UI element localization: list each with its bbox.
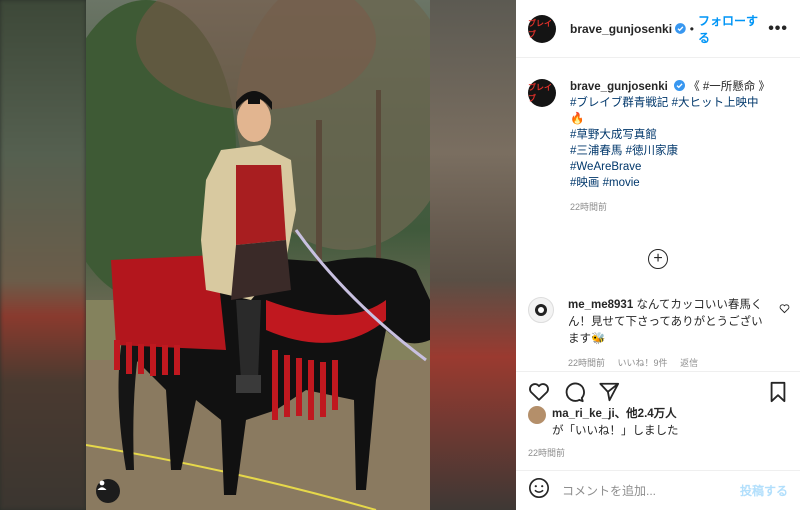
plus-circle-icon[interactable]: + (648, 249, 668, 269)
caption-tag-line[interactable]: #ブレイブ群青戦記 #大ヒット上映中 (570, 95, 788, 111)
caption-avatar[interactable]: ブレイブ (528, 79, 556, 107)
commenter-username[interactable]: me_me8931 (568, 299, 633, 311)
comment-body: me_me8931 なんてカッコいい春馬くん！見せて下さってありがとうございます… (568, 297, 768, 371)
blurred-background-left (0, 0, 86, 510)
comment-icon[interactable] (563, 381, 585, 403)
tagged-user-icon[interactable] (96, 479, 120, 503)
likes-text: ma_ri_ke_ji、他2.4万人 が「いいね！」しました (552, 406, 679, 440)
caption-tag-line: 🔥 (570, 113, 585, 125)
post-actions-bar (516, 371, 800, 411)
author-avatar[interactable]: ブレイブ (528, 14, 556, 43)
caption-tag-line[interactable]: #映画 #movie (570, 175, 788, 191)
likes-count[interactable]: 、他2.4万人 (615, 408, 677, 420)
comment-item: me_me8931 なんてカッコいい春馬くん！見せて下さってありがとうございます… (528, 297, 790, 371)
bookmark-icon[interactable] (768, 381, 788, 403)
liker-username[interactable]: ma_ri_ke_ji (552, 408, 615, 420)
likes-summary: ma_ri_ke_ji、他2.4万人 が「いいね！」しました (528, 406, 790, 440)
caption-time: 22時間前 (570, 202, 608, 212)
comment-input[interactable]: コメントを追加... (562, 482, 740, 499)
verified-badge-icon (675, 23, 686, 34)
commenter-avatar[interactable] (528, 297, 554, 323)
follow-button[interactable]: フォローする (698, 12, 768, 46)
post-header: ブレイブ brave_gunjosenki • フォローする ••• (516, 0, 800, 58)
caption-username[interactable]: brave_gunjosenki (570, 81, 668, 93)
header-separator: • (689, 21, 694, 36)
caption-body: brave_gunjosenki 《 #一所懸命 》 #ブレイブ群青戦記 #大ヒ… (570, 79, 788, 215)
post-timestamp[interactable]: 22時間前 (528, 446, 565, 459)
post-caption: ブレイブ brave_gunjosenki 《 #一所懸命 》 #ブレイブ群青戦… (516, 59, 800, 215)
heart-icon[interactable] (528, 381, 550, 403)
caption-avatar-logo-text: ブレイブ (528, 83, 552, 103)
comment-like-heart-icon[interactable] (779, 303, 790, 314)
photo-illustration (86, 0, 430, 510)
caption-tag-line[interactable]: #WeAreBrave (570, 159, 788, 175)
share-icon[interactable] (598, 381, 620, 403)
comment-composer: コメントを追加... 投稿する (516, 470, 800, 510)
post-comment-button[interactable]: 投稿する (740, 482, 788, 499)
smiley-icon[interactable] (528, 477, 550, 504)
comment-likes[interactable]: いいね！9件 (618, 358, 668, 368)
liker-avatar[interactable] (528, 406, 546, 424)
blurred-background-right (430, 0, 516, 510)
comment-time: 22時間前 (568, 358, 606, 368)
caption-tag-line[interactable]: #三浦春馬 #徳川家康 (570, 143, 788, 159)
caption-intro: 《 #一所懸命 》 (688, 81, 770, 93)
more-options-button[interactable]: ••• (768, 20, 788, 38)
comment-reply-button[interactable]: 返信 (680, 358, 698, 368)
likes-suffix: が「いいね！」しました (552, 425, 679, 437)
author-username[interactable]: brave_gunjosenki (570, 22, 672, 36)
post-side-panel: ブレイブ brave_gunjosenki • フォローする ••• ブレイブ … (516, 0, 800, 510)
comments-scroll-area[interactable]: ブレイブ brave_gunjosenki 《 #一所懸命 》 #ブレイブ群青戦… (516, 59, 800, 371)
caption-verified-badge-icon (674, 80, 685, 91)
avatar-logo-text: ブレイブ (528, 18, 552, 39)
post-photo[interactable] (86, 0, 430, 510)
caption-tag-line[interactable]: #草野大成写真館 (570, 127, 788, 143)
comment-meta: 22時間前 いいね！9件 返信 (568, 355, 768, 371)
